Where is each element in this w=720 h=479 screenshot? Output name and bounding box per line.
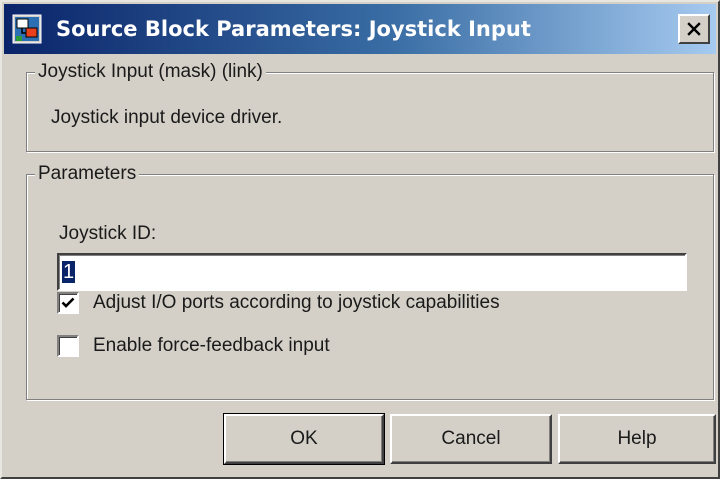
block-description: Joystick input device driver. [51,107,283,128]
adjust-io-ports-checkbox-row[interactable]: Adjust I/O ports according to joystick c… [57,291,500,315]
force-feedback-checkbox-row[interactable]: Enable force-feedback input [57,334,330,358]
adjust-io-ports-checkbox[interactable] [57,292,79,314]
parameters-group: Parameters Joystick ID: 1 Adjust I/O por… [26,161,714,400]
ok-button[interactable]: OK [223,413,385,465]
simulink-block-icon [12,14,42,44]
joystick-id-label: Joystick ID: [59,223,157,244]
joystick-id-value: 1 [62,261,76,283]
checkmark-icon [61,297,75,308]
parameters-group-title: Parameters [35,161,140,187]
force-feedback-label: Enable force-feedback input [93,335,330,356]
close-icon [687,22,701,36]
cancel-button[interactable]: Cancel [390,414,552,464]
window-title: Source Block Parameters: Joystick Input [56,17,531,41]
dialog-window: Source Block Parameters: Joystick Input … [0,0,720,479]
title-bar[interactable]: Source Block Parameters: Joystick Input [4,4,716,54]
adjust-io-ports-label: Adjust I/O ports according to joystick c… [93,292,500,313]
description-group-title: Joystick Input (mask) (link) [35,59,266,85]
close-button[interactable] [678,14,710,44]
description-group: Joystick Input (mask) (link) Joystick in… [26,59,714,152]
joystick-id-input[interactable]: 1 [57,253,687,291]
help-button[interactable]: Help [558,414,716,464]
force-feedback-checkbox[interactable] [57,335,79,357]
